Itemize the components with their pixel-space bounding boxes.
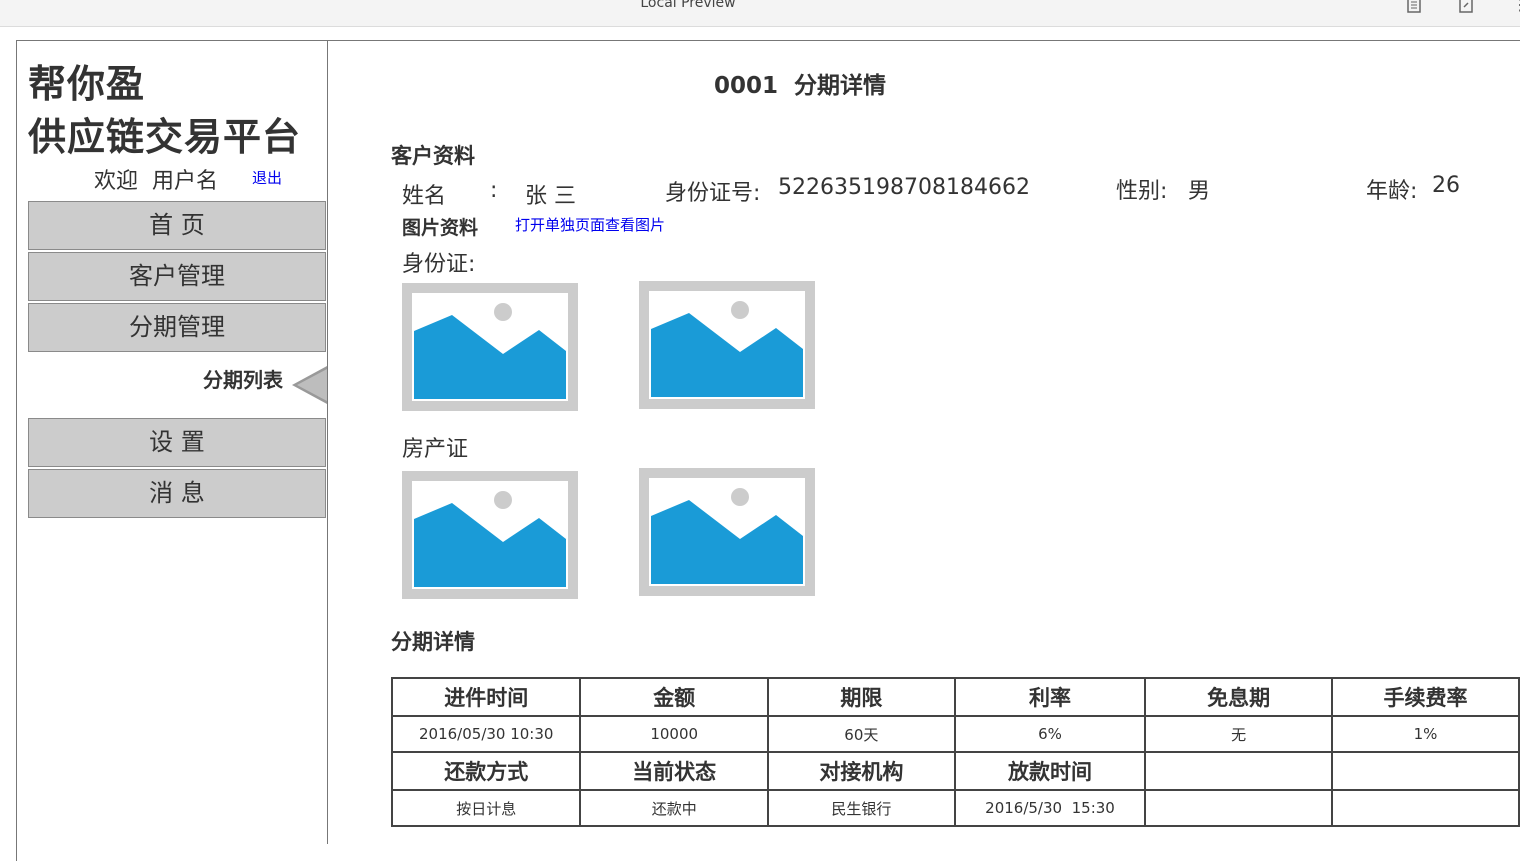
document-icon[interactable]: [1406, 0, 1422, 13]
table-header-cell: [1144, 751, 1334, 791]
id-number-label: 身份证号:: [665, 181, 761, 206]
table-cell: 民生银行: [766, 789, 956, 827]
installment-table: 进件时间 金额 期限 利率 免息期 手续费率 2016/05/30 10:30 …: [390, 677, 1520, 827]
table-cell: 60天: [766, 715, 956, 753]
image-placeholder-icon: [414, 491, 566, 587]
table-header-cell: 手续费率: [1331, 677, 1520, 717]
table-row: 按日计息 还款中 民生银行 2016/5/30 15:30: [390, 789, 1520, 827]
table-cell: 2016/05/30 10:30: [390, 715, 582, 753]
window-title: Local Preview: [640, 0, 736, 11]
active-indicator-arrow-fill: [297, 369, 327, 401]
table-header-cell: [1331, 751, 1520, 791]
age-value: 26: [1432, 173, 1460, 198]
table-cell: [1331, 789, 1520, 827]
table-cell: 10000: [579, 715, 769, 753]
nav-subitem-installment-list[interactable]: 分期列表: [28, 364, 283, 393]
nav-item-home[interactable]: 首 页: [28, 201, 326, 250]
age-label: 年龄:: [1366, 179, 1418, 204]
image-placeholder-icon: [651, 301, 803, 397]
installment-section-title: 分期详情: [391, 630, 475, 654]
property-cert-label: 房产证: [402, 437, 469, 462]
gender-label: 性别:: [1116, 179, 1168, 204]
sidebar-divider: [327, 40, 328, 844]
images-label: 图片资料: [402, 217, 479, 239]
table-cell: 6%: [953, 715, 1147, 753]
logout-link[interactable]: 退出: [252, 167, 282, 188]
id-number-value: 522635198708184662: [778, 175, 1030, 200]
nav-item-settings[interactable]: 设 置: [28, 418, 326, 467]
table-header-cell: 对接机构: [766, 751, 956, 791]
table-header-cell: 期限: [766, 677, 956, 717]
window-titlebar: Local Preview ⋮: [0, 0, 1520, 27]
property-cert-image-2[interactable]: [639, 468, 815, 596]
table-cell: 无: [1144, 715, 1334, 753]
table-cell: 2016/5/30 15:30: [953, 789, 1147, 827]
nav-item-messages[interactable]: 消 息: [28, 469, 326, 518]
table-cell: [1144, 789, 1334, 827]
table-header-cell: 还款方式: [390, 751, 582, 791]
open-images-link[interactable]: 打开单独页面查看图片: [515, 214, 665, 235]
name-value: 张 三: [525, 184, 576, 209]
property-cert-image-1[interactable]: [402, 471, 578, 599]
table-header-cell: 当前状态: [579, 751, 769, 791]
nav-item-installments[interactable]: 分期管理: [28, 303, 326, 352]
more-icon[interactable]: ⋮: [1512, 0, 1520, 13]
table-header-cell: 利率: [953, 677, 1147, 717]
id-card-label: 身份证:: [402, 252, 476, 277]
page-title: 0001 分期详情: [713, 73, 887, 99]
id-card-back-image[interactable]: [639, 281, 815, 409]
brand-title: 帮你盈 供应链交易平台: [28, 58, 301, 164]
welcome-text: 欢迎 用户名: [94, 169, 218, 194]
table-header-row: 还款方式 当前状态 对接机构 放款时间: [390, 751, 1520, 791]
brand-line2: 供应链交易平台: [28, 115, 302, 159]
name-separator: :: [490, 178, 498, 203]
table-header-cell: 免息期: [1144, 677, 1334, 717]
id-card-front-image[interactable]: [402, 283, 578, 411]
table-header-cell: 金额: [579, 677, 769, 717]
image-placeholder-icon: [414, 303, 566, 399]
table-header-row: 进件时间 金额 期限 利率 免息期 手续费率: [390, 677, 1520, 717]
gender-value: 男: [1188, 179, 1211, 204]
export-icon[interactable]: [1458, 0, 1474, 13]
table-cell: 1%: [1331, 715, 1520, 753]
table-row: 2016/05/30 10:30 10000 60天 6% 无 1%: [390, 715, 1520, 753]
image-placeholder-icon: [651, 488, 803, 584]
name-label: 姓名: [402, 184, 447, 209]
brand-line1: 帮你盈: [28, 62, 146, 106]
table-header-cell: 进件时间: [390, 677, 582, 717]
table-header-cell: 放款时间: [953, 751, 1147, 791]
table-cell: 按日计息: [390, 789, 582, 827]
customer-section-title: 客户资料: [391, 144, 475, 168]
nav-item-customers[interactable]: 客户管理: [28, 252, 326, 301]
table-cell: 还款中: [579, 789, 769, 827]
